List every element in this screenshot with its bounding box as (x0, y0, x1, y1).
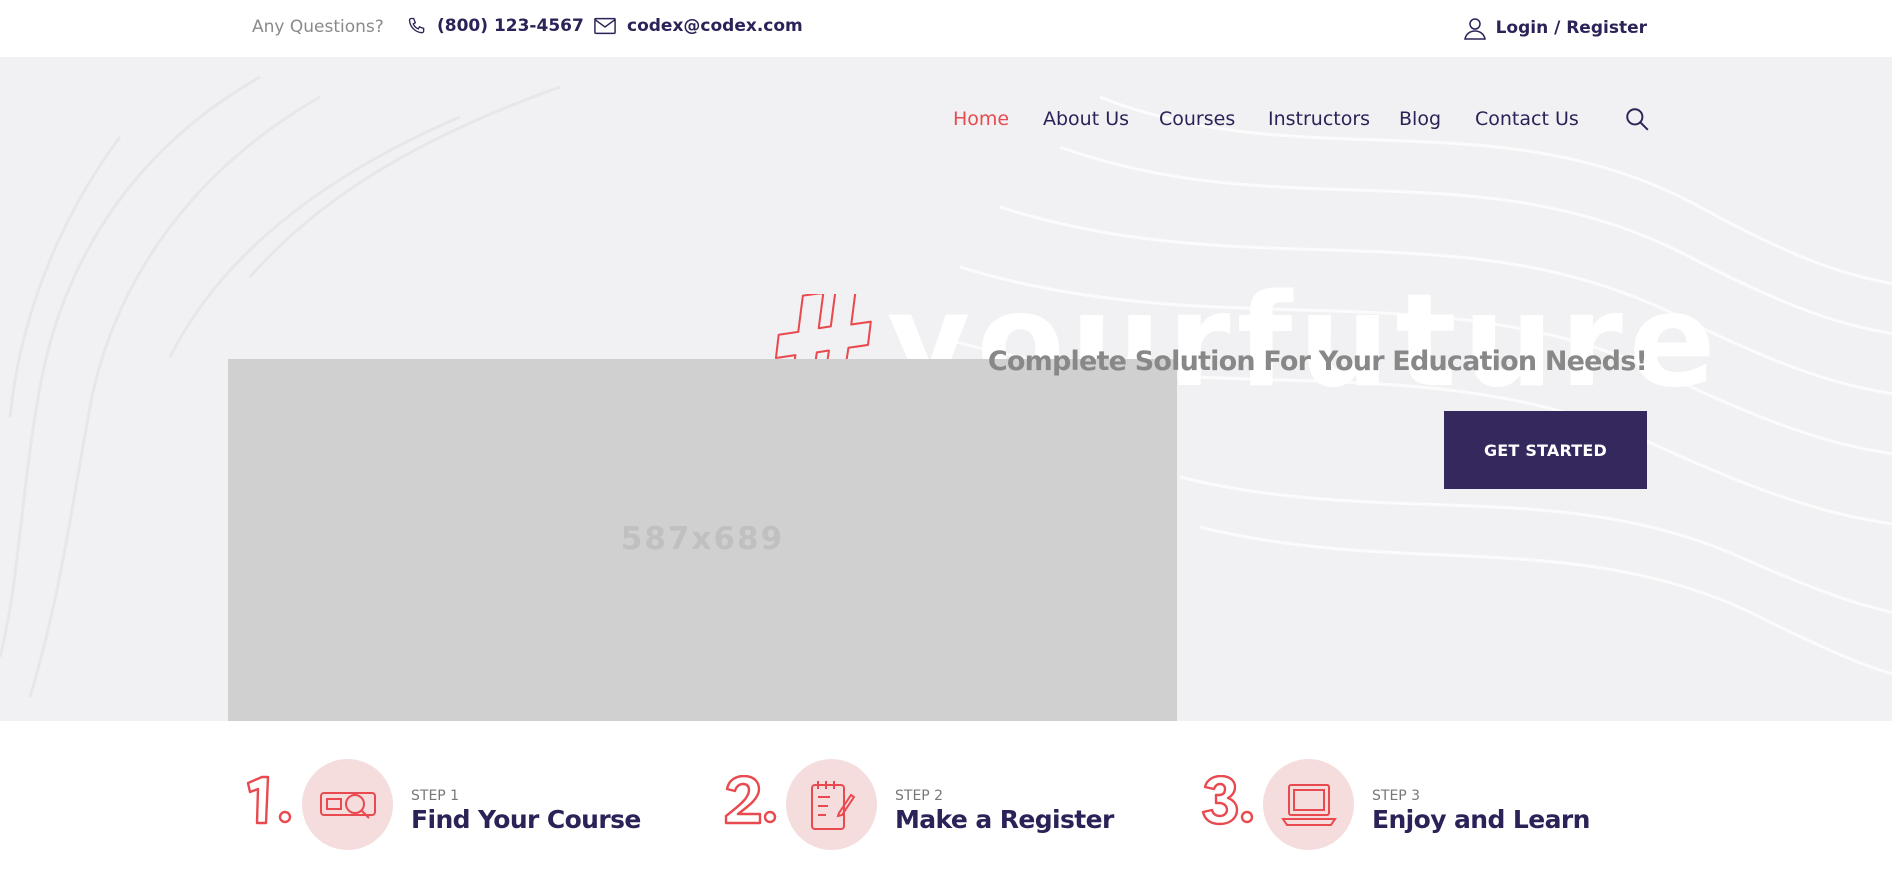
get-started-button[interactable]: GET STARTED (1444, 411, 1647, 489)
phone-link[interactable]: (800) 123-4567 (407, 16, 584, 36)
step-label: STEP 2 (895, 788, 944, 804)
login-label: Login / Register (1495, 18, 1647, 38)
step-label: STEP 1 (411, 788, 460, 804)
step-number-3 (1201, 775, 1254, 826)
mail-icon (594, 17, 616, 35)
email-address: codex@codex.com (627, 16, 803, 36)
email-link[interactable]: codex@codex.com (594, 16, 803, 36)
hero-section: Home About Us Courses Instructors Blog C… (0, 57, 1892, 721)
login-register-link[interactable]: Login / Register (1463, 16, 1647, 40)
nav-about-us[interactable]: About Us (1043, 108, 1129, 130)
step-title: Make a Register (895, 805, 1114, 834)
step-number-1 (246, 775, 292, 825)
search-course-icon (302, 759, 393, 850)
user-icon (1463, 18, 1486, 40)
nav-instructors[interactable]: Instructors (1268, 108, 1370, 130)
step-title: Find Your Course (411, 805, 641, 834)
hero-subtitle: Complete Solution For Your Education Nee… (987, 346, 1648, 377)
step-label: STEP 3 (1372, 788, 1421, 804)
step-title: Enjoy and Learn (1372, 805, 1590, 834)
clipboard-icon (786, 759, 877, 850)
step-number-2 (724, 775, 777, 825)
phone-icon (408, 17, 425, 34)
top-bar: Any Questions? (800) 123-4567 codex@code… (0, 0, 1892, 57)
placeholder-dimensions: 587x689 (620, 521, 785, 557)
search-icon[interactable] (1624, 106, 1650, 136)
nav-courses[interactable]: Courses (1159, 108, 1235, 130)
laptop-icon (1263, 759, 1354, 850)
nav-contact-us[interactable]: Contact Us (1475, 108, 1579, 130)
phone-number: (800) 123-4567 (437, 16, 584, 36)
nav-home[interactable]: Home (953, 108, 1009, 130)
nav-blog[interactable]: Blog (1399, 108, 1441, 130)
questions-label: Any Questions? (252, 17, 384, 37)
steps-section: STEP 1 Find Your Course STEP 2 Make a Re… (0, 721, 1892, 882)
hero-image-placeholder: 587x689 (228, 359, 1177, 721)
